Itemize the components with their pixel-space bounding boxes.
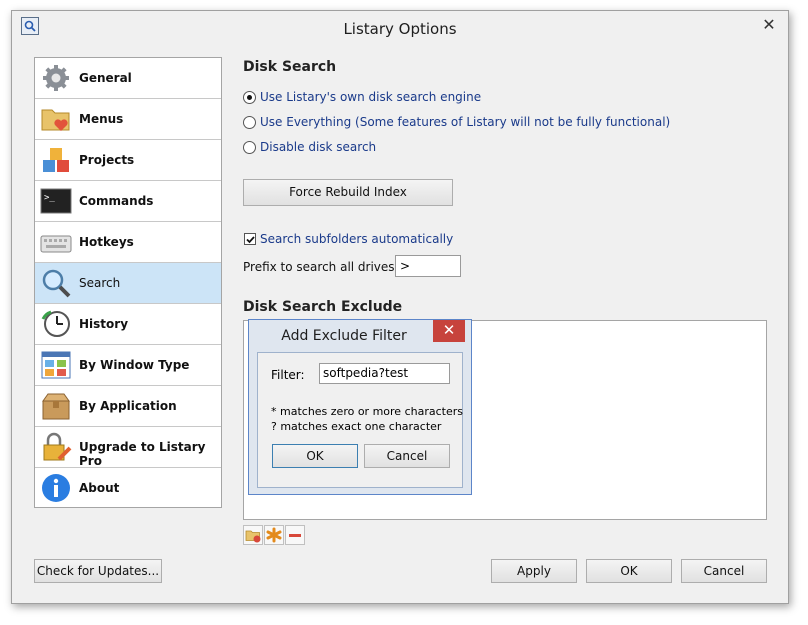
package-icon xyxy=(40,391,72,421)
sidebar-item-commands[interactable]: >_ Commands xyxy=(35,181,221,222)
hint-wildcard-question: ? matches exact one character xyxy=(271,420,442,433)
sidebar-item-label: By Application xyxy=(79,399,177,413)
prefix-label: Prefix to search all drives: xyxy=(243,260,399,274)
info-icon xyxy=(40,473,72,503)
ok-button[interactable]: OK xyxy=(586,559,672,583)
cancel-button[interactable]: Cancel xyxy=(681,559,767,583)
force-rebuild-index-button[interactable]: Force Rebuild Index xyxy=(243,179,453,206)
hint-wildcard-star: * matches zero or more characters xyxy=(271,405,463,418)
dialog-close-button[interactable]: ✕ xyxy=(433,320,465,342)
sidebar-item-label: Hotkeys xyxy=(79,235,134,249)
prefix-input[interactable]: > xyxy=(395,255,461,277)
sidebar-item-label: Upgrade to Listary Pro xyxy=(79,440,206,468)
sidebar-item-menus[interactable]: Menus xyxy=(35,99,221,140)
sidebar-item-by-window-type[interactable]: By Window Type xyxy=(35,345,221,386)
svg-text:>_: >_ xyxy=(44,193,55,203)
sidebar-item-upgrade[interactable]: Upgrade to Listary Pro xyxy=(35,427,221,468)
window-title: Listary Options xyxy=(343,20,457,38)
options-window: Listary Options ✕ General Menus Projects… xyxy=(11,10,789,604)
sidebar-item-label: Commands xyxy=(79,194,154,208)
sidebar-item-label: General xyxy=(79,71,132,85)
sidebar-item-label: History xyxy=(79,317,129,331)
disk-search-title: Disk Search xyxy=(243,59,337,75)
dialog-body: Filter: softpedia?test * matches zero or… xyxy=(257,352,463,488)
search-subfolders-label: Search subfolders automatically xyxy=(260,232,454,246)
radio-button[interactable] xyxy=(243,141,256,154)
filter-label: Filter: xyxy=(271,368,305,382)
sidebar-item-label: About xyxy=(79,481,120,495)
sidebar-item-hotkeys[interactable]: Hotkeys xyxy=(35,222,221,263)
terminal-icon: >_ xyxy=(40,186,72,216)
folder-heart-icon xyxy=(40,104,72,134)
title-bar[interactable]: Listary Options ✕ xyxy=(12,11,788,45)
sidebar-item-label: Search xyxy=(79,276,121,290)
disk-search-exclude-title: Disk Search Exclude xyxy=(243,299,403,315)
check-for-updates-button[interactable]: Check for Updates... xyxy=(34,559,162,583)
radio-button-selected[interactable] xyxy=(243,91,256,104)
filter-input[interactable]: softpedia?test xyxy=(319,363,450,384)
radio-label: Use Everything (Some features of Listary… xyxy=(260,115,671,129)
dialog-ok-button[interactable]: OK xyxy=(272,444,358,468)
sidebar-item-label: Menus xyxy=(79,112,124,126)
keyboard-icon xyxy=(40,227,72,257)
magnifier-icon xyxy=(40,268,72,298)
sidebar-item-label: Projects xyxy=(79,153,135,167)
sidebar-item-history[interactable]: History xyxy=(35,304,221,345)
dialog-title: Add Exclude Filter xyxy=(281,328,407,344)
cubes-icon xyxy=(40,145,72,175)
radio-label: Disable disk search xyxy=(260,140,377,154)
window-grid-icon xyxy=(40,350,72,380)
clock-icon xyxy=(40,309,72,339)
apply-button[interactable]: Apply xyxy=(491,559,577,583)
sidebar-item-by-application[interactable]: By Application xyxy=(35,386,221,427)
search-subfolders-checkbox[interactable] xyxy=(244,233,256,245)
radio-label: Use Listary's own disk search engine xyxy=(260,90,482,104)
sidebar-item-about[interactable]: About xyxy=(35,468,221,509)
add-filter-button[interactable] xyxy=(264,525,284,545)
add-exclude-filter-dialog: Add Exclude Filter ✕ Filter: softpedia?t… xyxy=(248,319,472,495)
gear-icon xyxy=(40,63,72,93)
dialog-cancel-button[interactable]: Cancel xyxy=(364,444,450,468)
window-close-button[interactable]: ✕ xyxy=(758,16,780,34)
remove-button[interactable] xyxy=(285,525,305,545)
add-folder-button[interactable] xyxy=(243,525,263,545)
lock-pencil-icon xyxy=(40,432,72,462)
sidebar-item-label: By Window Type xyxy=(79,358,190,372)
category-sidebar: General Menus Projects >_ Commands Hotke… xyxy=(34,57,222,508)
sidebar-item-projects[interactable]: Projects xyxy=(35,140,221,181)
radio-button[interactable] xyxy=(243,116,256,129)
sidebar-item-general[interactable]: General xyxy=(35,58,221,99)
sidebar-item-search[interactable]: Search xyxy=(35,263,221,304)
